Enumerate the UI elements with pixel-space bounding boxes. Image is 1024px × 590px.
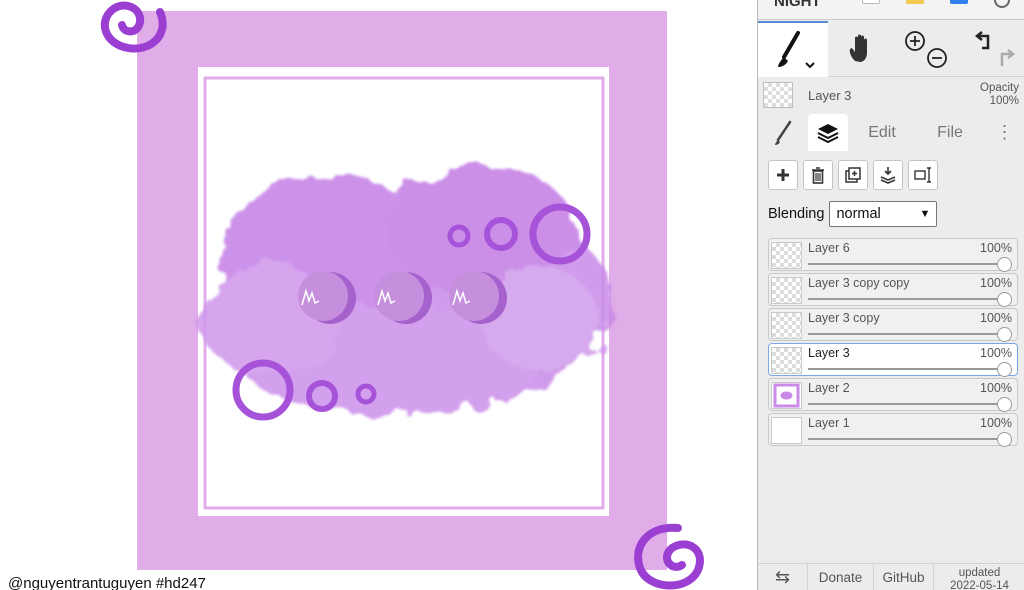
layer-toolbar [768, 160, 938, 190]
layer-item[interactable]: Layer 3 copy 100% [768, 308, 1018, 342]
opacity-slider-handle[interactable] [997, 432, 1012, 447]
donate-link[interactable]: Donate [808, 564, 874, 590]
layer-opacity: 100% [980, 311, 1012, 325]
duplicate-layer-button[interactable] [838, 160, 868, 190]
layer-thumbnail [771, 417, 802, 444]
brush-tab-icon [775, 120, 792, 145]
zoom-in-out-icon [905, 31, 947, 68]
current-layer-name: Layer 3 [808, 88, 852, 103]
updated-info: updated 2022-05-14 [934, 564, 1024, 590]
top-strip: NIGHT [758, 0, 1024, 20]
layers-tab-icon [817, 123, 839, 143]
merge-down-icon [880, 167, 896, 184]
panel-footer: ⇆ Donate GitHub updated 2022-05-14 [758, 563, 1024, 590]
undo-redo-icon [974, 31, 1016, 66]
opacity-slider-track[interactable] [808, 333, 1005, 335]
github-link[interactable]: GitHub [874, 564, 934, 590]
opacity-label: Opacity [980, 82, 1019, 94]
artwork [100, 1, 704, 590]
opacity-slider-handle[interactable] [997, 397, 1012, 412]
top-strip-label: NIGHT [774, 0, 821, 10]
opacity-slider-track[interactable] [808, 438, 1005, 440]
current-layer-thumbnail [763, 82, 793, 108]
current-layer-opacity[interactable]: Opacity 100% [980, 82, 1019, 108]
layer-opacity: 100% [980, 276, 1012, 290]
updated-label: updated [958, 566, 1001, 579]
tool-panel: NIGHT Layer 3 Opacity 100% Edit File ⋮ B… [757, 0, 1024, 590]
layer-name: Layer 1 [808, 416, 850, 430]
more-menu-icon[interactable]: ⋮ [984, 114, 1024, 151]
zoom-buttons[interactable] [893, 21, 959, 77]
brush-icon [778, 31, 815, 69]
layer-opacity: 100% [980, 241, 1012, 255]
current-layer-info: Layer 3 Opacity 100% [758, 78, 1024, 114]
transform-button[interactable] [908, 160, 938, 190]
layer-name: Layer 3 copy [808, 311, 880, 325]
panel-tabs: Edit File ⋮ [758, 114, 1024, 151]
layer-list: Layer 6 100% Layer 3 copy copy 100% Laye… [768, 238, 1018, 448]
opacity-slider-track[interactable] [808, 403, 1005, 405]
layer-opacity: 100% [980, 381, 1012, 395]
opacity-slider-handle[interactable] [997, 362, 1012, 377]
blending-row: Blending normal ▼ [768, 200, 938, 228]
layer-name: Layer 3 copy copy [808, 276, 910, 290]
tab-file[interactable]: File [916, 114, 984, 151]
hand-icon [849, 34, 867, 62]
credit-text: @nguyentrantuguyen #hd247 [8, 575, 206, 590]
drawing-canvas[interactable]: @nguyentrantuguyen #hd247 [0, 0, 757, 590]
tool-row [758, 21, 1024, 77]
merge-down-button[interactable] [873, 160, 903, 190]
opacity-slider-track[interactable] [808, 368, 1005, 370]
brush-tool-button[interactable] [758, 21, 828, 77]
add-layer-button[interactable] [768, 160, 798, 190]
layer-2-preview [773, 383, 800, 408]
opacity-slider-handle[interactable] [997, 292, 1012, 307]
hand-tool-button[interactable] [828, 21, 893, 77]
layer-opacity: 100% [980, 416, 1012, 430]
swap-panel-icon[interactable]: ⇆ [758, 564, 808, 590]
layer-thumbnail [771, 347, 802, 374]
transform-icon [914, 167, 931, 183]
blending-select[interactable]: normal ▼ [829, 201, 938, 227]
tab-brush[interactable] [758, 114, 808, 151]
undo-redo-buttons[interactable] [959, 21, 1024, 77]
blue-swatch[interactable] [950, 0, 968, 4]
tab-edit[interactable]: Edit [848, 114, 916, 151]
layer-thumbnail [771, 312, 802, 339]
layer-item[interactable]: Layer 2 100% [768, 378, 1018, 412]
opacity-value: 100% [989, 95, 1019, 107]
layer-thumbnail [771, 242, 802, 269]
layer-thumbnail [771, 277, 802, 304]
opacity-slider-track[interactable] [808, 263, 1005, 265]
delete-layer-button[interactable] [803, 160, 833, 190]
layer-item[interactable]: Layer 6 100% [768, 238, 1018, 272]
layer-opacity: 100% [980, 346, 1012, 360]
opacity-slider-track[interactable] [808, 298, 1005, 300]
layer-item[interactable]: Layer 3 copy copy 100% [768, 273, 1018, 307]
blending-value: normal [836, 206, 881, 222]
chevron-down-icon: ▼ [919, 208, 931, 220]
layer-name: Layer 6 [808, 241, 850, 255]
add-layer-icon [777, 169, 789, 181]
layer-thumbnail [771, 382, 802, 409]
duplicate-layer-icon [845, 167, 861, 183]
layer-item-selected[interactable]: Layer 3 100% [768, 343, 1018, 377]
opacity-slider-handle[interactable] [997, 257, 1012, 272]
layer-name: Layer 2 [808, 381, 850, 395]
layer-item[interactable]: Layer 1 100% [768, 413, 1018, 447]
tab-layers[interactable] [808, 114, 848, 151]
white-swatch[interactable] [862, 0, 880, 4]
layer-name: Layer 3 [808, 346, 850, 360]
drawn-buttons [298, 271, 507, 324]
delete-layer-icon [812, 167, 824, 184]
opacity-slider-handle[interactable] [997, 327, 1012, 342]
settings-icon[interactable] [994, 0, 1010, 8]
updated-date: 2022-05-14 [950, 579, 1009, 590]
yellow-swatch[interactable] [906, 0, 924, 4]
app-window: @nguyentrantuguyen #hd247 NIGHT Layer 3 … [0, 0, 1024, 590]
blending-label: Blending [768, 206, 825, 222]
